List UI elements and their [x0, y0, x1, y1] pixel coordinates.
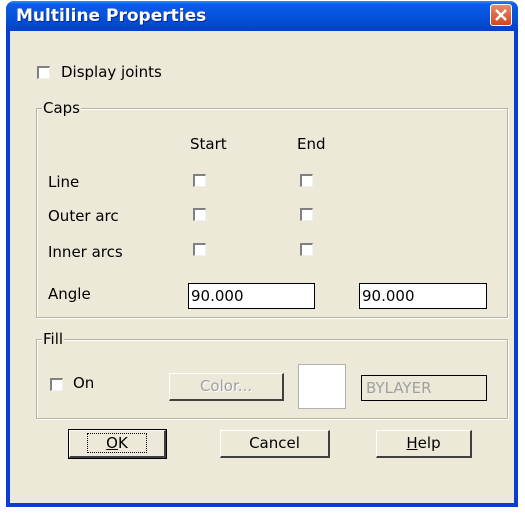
close-button[interactable] [490, 4, 512, 26]
angle-end-input[interactable]: 90.000 [359, 283, 487, 309]
window-title: Multiline Properties [16, 6, 207, 26]
help-button-label: Help [406, 434, 441, 452]
fill-on-label: On [73, 374, 95, 392]
caps-group-label: Caps [42, 99, 82, 117]
close-icon [495, 9, 507, 21]
ok-button[interactable]: OK [68, 429, 167, 459]
dialog-window: Multiline Properties Display joints Caps… [6, 1, 518, 507]
fill-on-checkbox[interactable] [50, 378, 63, 391]
caps-end-header: End [297, 135, 326, 153]
caps-outer-arc-label: Outer arc [48, 207, 119, 225]
line-end-checkbox[interactable] [300, 174, 313, 187]
caps-angle-label: Angle [48, 285, 91, 303]
display-joints-checkbox[interactable] [37, 66, 50, 79]
inner-arcs-start-checkbox[interactable] [193, 243, 206, 256]
display-joints-label: Display joints [61, 63, 162, 81]
outer-arc-start-checkbox[interactable] [193, 208, 206, 221]
line-start-checkbox[interactable] [193, 174, 206, 187]
ok-button-label: OK [87, 433, 147, 453]
inner-arcs-end-checkbox[interactable] [300, 243, 313, 256]
dialog-body: Display joints Caps Start End Line Outer… [10, 31, 514, 503]
cancel-button[interactable]: Cancel [220, 430, 330, 458]
caps-line-label: Line [48, 173, 80, 191]
color-swatch [298, 364, 346, 409]
caps-inner-arcs-label: Inner arcs [48, 243, 123, 261]
help-button[interactable]: Help [376, 430, 472, 458]
fill-group-label: Fill [42, 330, 65, 348]
caps-start-header: Start [190, 135, 227, 153]
angle-start-input[interactable]: 90.000 [188, 283, 315, 309]
title-bar[interactable]: Multiline Properties [6, 1, 518, 31]
outer-arc-end-checkbox[interactable] [300, 208, 313, 221]
color-button[interactable]: Color... [169, 373, 284, 401]
layer-field: BYLAYER [361, 375, 487, 401]
